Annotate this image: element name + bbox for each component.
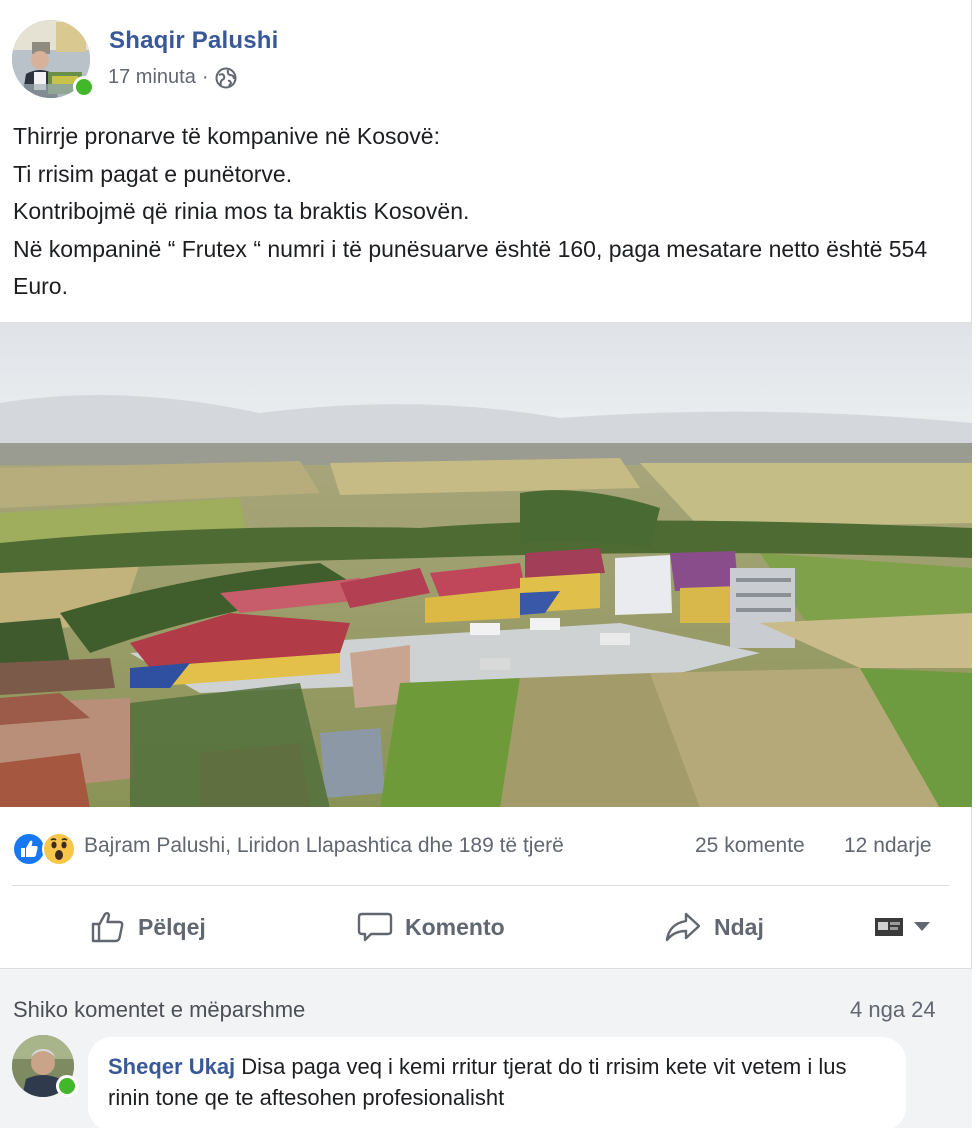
reaction-icons[interactable] xyxy=(12,832,78,866)
online-status-icon xyxy=(73,76,95,98)
shares-count-link[interactable]: 12 ndarje xyxy=(844,834,932,858)
share-button-label: Ndaj xyxy=(714,913,764,940)
comment-button-label: Komento xyxy=(405,913,505,940)
comments-section: Shiko komentet e mëparshme 4 nga 24 Sheq… xyxy=(0,968,972,1128)
like-button-label: Pëlqej xyxy=(138,913,206,940)
post-timestamp[interactable]: 17 minuta xyxy=(108,66,196,89)
reactions-summary: Bajram Palushi, Liridon Llapashtica dhe … xyxy=(0,820,972,876)
post-text-line: Ti rrisim pagat e punëtorve. xyxy=(13,160,293,187)
post-meta: 17 minuta · xyxy=(108,66,237,89)
like-reaction-icon xyxy=(12,832,46,872)
comment-button[interactable]: Komento xyxy=(357,905,505,949)
page-avatar-icon xyxy=(874,916,904,938)
post-as-selector[interactable] xyxy=(874,912,936,942)
post-author-name[interactable]: Shaqir Palushi xyxy=(109,27,279,55)
commenter-online-status-icon xyxy=(56,1075,78,1097)
divider xyxy=(12,885,949,886)
post-text-line: Thirrje pronarve të kompanive në Kosovë: xyxy=(13,123,440,149)
speech-bubble-icon xyxy=(357,912,393,942)
comment-bubble: Sheqer Ukaj Disa paga veq i kemi rritur … xyxy=(88,1037,906,1128)
view-previous-comments-link[interactable]: Shiko komentet e mëparshme xyxy=(13,997,305,1023)
meta-separator: · xyxy=(201,66,209,88)
post-header: Shaqir Palushi 17 minuta · xyxy=(0,0,972,110)
reaction-names-link[interactable]: Bajram Palushi, Liridon Llapashtica dhe … xyxy=(84,834,564,858)
comments-pagination: 4 nga 24 xyxy=(850,997,936,1022)
share-button[interactable]: Ndaj xyxy=(664,905,764,949)
thumbs-up-icon xyxy=(91,912,124,943)
post-text-line: Kontribojmë që rinia mos ta braktis Koso… xyxy=(13,198,470,224)
post-photo[interactable] xyxy=(0,322,972,807)
share-arrow-icon xyxy=(665,912,701,942)
comments-count-link[interactable]: 25 komente xyxy=(695,834,805,858)
comment-author[interactable]: Sheqer Ukaj xyxy=(108,1054,235,1079)
post-body: Thirrje pronarve të kompanive në Kosovë:… xyxy=(13,118,958,306)
wow-reaction-icon xyxy=(42,832,76,872)
chevron-down-icon xyxy=(914,922,930,932)
globe-icon[interactable] xyxy=(215,67,237,89)
facebook-post: Shaqir Palushi 17 minuta · Thirrje prona… xyxy=(0,0,972,1128)
like-button[interactable]: Pëlqej xyxy=(90,905,206,949)
post-text-line: Në kompaninë “ Frutex “ numri i të punës… xyxy=(13,235,928,300)
